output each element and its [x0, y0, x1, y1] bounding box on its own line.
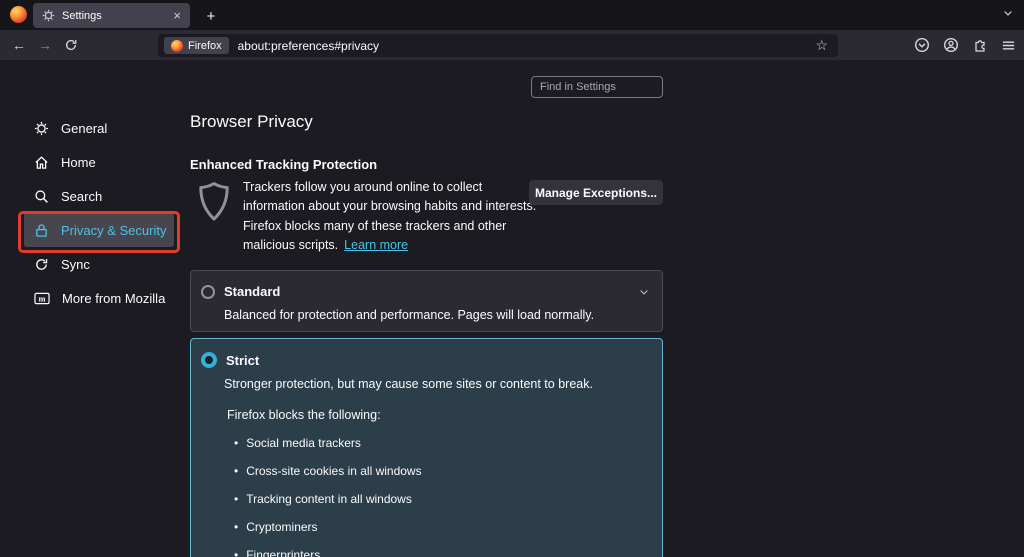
- url-bar[interactable]: Firefox about:preferences#privacy ☆: [158, 34, 838, 57]
- etp-description: Trackers follow you around online to col…: [243, 178, 537, 255]
- strict-description: Stronger protection, but may cause some …: [224, 377, 662, 391]
- url-text[interactable]: about:preferences#privacy: [238, 39, 816, 53]
- tab-title: Settings: [62, 10, 166, 22]
- standard-radio-row: Standard: [191, 271, 662, 299]
- manage-exceptions-button[interactable]: Manage Exceptions...: [529, 180, 663, 205]
- sidebar-item-search[interactable]: Search: [24, 179, 174, 213]
- blocks-heading: Firefox blocks the following:: [227, 408, 662, 422]
- new-tab-button[interactable]: +: [199, 4, 223, 28]
- svg-text:m: m: [38, 293, 45, 303]
- shield-icon: [198, 181, 230, 222]
- list-all-tabs-button[interactable]: [1002, 7, 1014, 19]
- firefox-window: { "window": { "tab_title": "Settings", "…: [0, 0, 1024, 557]
- extensions-puzzle-icon[interactable]: [972, 37, 988, 53]
- option-card-standard[interactable]: Standard Balanced for protection and per…: [190, 270, 663, 332]
- lock-icon: [34, 223, 49, 238]
- mozilla-m-icon: m: [34, 291, 50, 306]
- menu-hamburger-icon[interactable]: [1001, 38, 1016, 53]
- back-button[interactable]: ←: [6, 33, 32, 57]
- sidebar-item-label: General: [61, 121, 107, 136]
- account-icon[interactable]: [943, 37, 959, 53]
- standard-description: Balanced for protection and performance.…: [224, 308, 662, 322]
- site-identity-chip[interactable]: Firefox: [164, 37, 229, 54]
- pocket-icon[interactable]: [914, 37, 930, 53]
- forward-button[interactable]: →: [32, 33, 58, 57]
- standard-label: Standard: [224, 284, 280, 299]
- expand-chevron-icon[interactable]: [638, 286, 650, 298]
- settings-sidebar: General Home Search Privacy & Security S…: [24, 111, 174, 315]
- strict-label: Strict: [226, 353, 259, 368]
- site-identity-label: Firefox: [188, 40, 222, 52]
- tab-strip: Settings × +: [0, 0, 1024, 30]
- strict-radio-row: Strict: [191, 339, 662, 368]
- find-in-settings-input[interactable]: [531, 76, 663, 98]
- home-icon: [34, 155, 49, 170]
- blocked-items-list: Social media trackers Cross-site cookies…: [234, 436, 662, 557]
- blocked-item: Fingerprinters: [234, 548, 662, 557]
- sync-icon: [34, 257, 49, 272]
- sidebar-item-label: Search: [61, 189, 102, 204]
- toolbar-right-icons: [914, 30, 1016, 60]
- tab-close-icon[interactable]: ×: [173, 9, 181, 22]
- tab-settings[interactable]: Settings ×: [33, 3, 190, 28]
- blocked-item: Tracking content in all windows: [234, 492, 662, 506]
- sidebar-item-general[interactable]: General: [24, 111, 174, 145]
- sidebar-item-label: Sync: [61, 257, 90, 272]
- blocked-item: Social media trackers: [234, 436, 662, 450]
- standard-radio-button[interactable]: [201, 285, 215, 299]
- gear-icon: [42, 9, 55, 22]
- sidebar-item-home[interactable]: Home: [24, 145, 174, 179]
- reload-button[interactable]: [58, 33, 84, 57]
- blocked-item: Cross-site cookies in all windows: [234, 464, 662, 478]
- sidebar-item-privacy-security[interactable]: Privacy & Security: [24, 213, 174, 247]
- sidebar-item-label: More from Mozilla: [62, 291, 165, 306]
- section-title: Enhanced Tracking Protection: [190, 157, 663, 172]
- firefox-badge-icon: [171, 40, 183, 52]
- bookmark-star-icon[interactable]: ☆: [815, 37, 828, 54]
- reload-icon: [64, 38, 78, 52]
- privacy-settings-pane: Browser Privacy Enhanced Tracking Protec…: [190, 112, 663, 172]
- gear-icon: [34, 121, 49, 136]
- blocked-item: Cryptominers: [234, 520, 662, 534]
- sidebar-item-label: Privacy & Security: [61, 223, 166, 238]
- option-card-strict[interactable]: Strict Stronger protection, but may caus…: [190, 338, 663, 557]
- sidebar-item-sync[interactable]: Sync: [24, 247, 174, 281]
- page-title: Browser Privacy: [190, 112, 663, 132]
- learn-more-link[interactable]: Learn more: [344, 238, 408, 252]
- sidebar-item-more-from-mozilla[interactable]: m More from Mozilla: [24, 281, 174, 315]
- chevron-down-icon: [1002, 7, 1014, 19]
- firefox-logo-icon: [10, 6, 27, 23]
- strict-radio-button[interactable]: [201, 352, 217, 368]
- magnifier-icon: [34, 189, 49, 204]
- sidebar-item-label: Home: [61, 155, 96, 170]
